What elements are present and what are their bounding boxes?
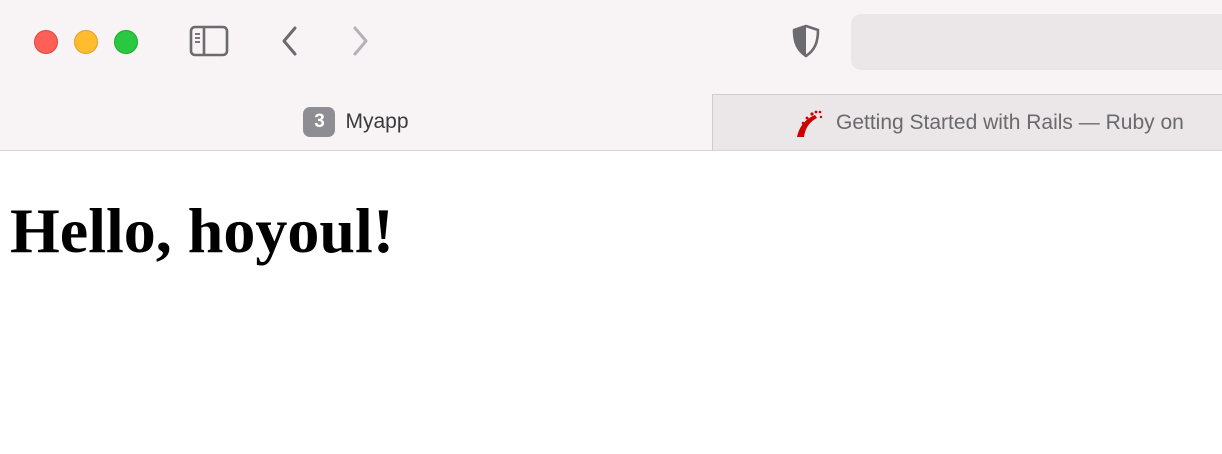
tab-rails-guide[interactable]: Getting Started with Rails — Ruby on	[712, 94, 1222, 150]
page-heading: Hello, hoyoul!	[10, 195, 395, 266]
privacy-shield-icon	[792, 24, 820, 58]
forward-button[interactable]	[342, 20, 378, 62]
address-bar[interactable]	[851, 14, 1222, 70]
back-button[interactable]	[272, 20, 308, 62]
minimize-window-button[interactable]	[74, 30, 98, 54]
chevron-left-icon	[282, 26, 297, 56]
toolbar	[0, 0, 1222, 94]
close-window-button[interactable]	[34, 30, 58, 54]
tab-label: Getting Started with Rails — Ruby on	[836, 110, 1184, 134]
page-content: Hello, hoyoul!	[0, 151, 1222, 454]
chevron-right-icon	[353, 26, 368, 56]
tab-bar: 3 Myapp Getting Started with Rails — Rub…	[0, 94, 1222, 151]
browser-window: 3 Myapp Getting Started with Rails — Rub…	[0, 0, 1222, 454]
tab-group-count-badge: 3	[303, 107, 336, 137]
tab-myapp[interactable]: 3 Myapp	[0, 94, 712, 150]
tab-label: Myapp	[345, 110, 409, 133]
rails-icon	[797, 110, 823, 137]
sidebar-icon	[189, 25, 229, 57]
zoom-window-button[interactable]	[114, 30, 138, 54]
privacy-report-button[interactable]	[786, 20, 826, 62]
sidebar-toggle-button[interactable]	[186, 20, 232, 62]
